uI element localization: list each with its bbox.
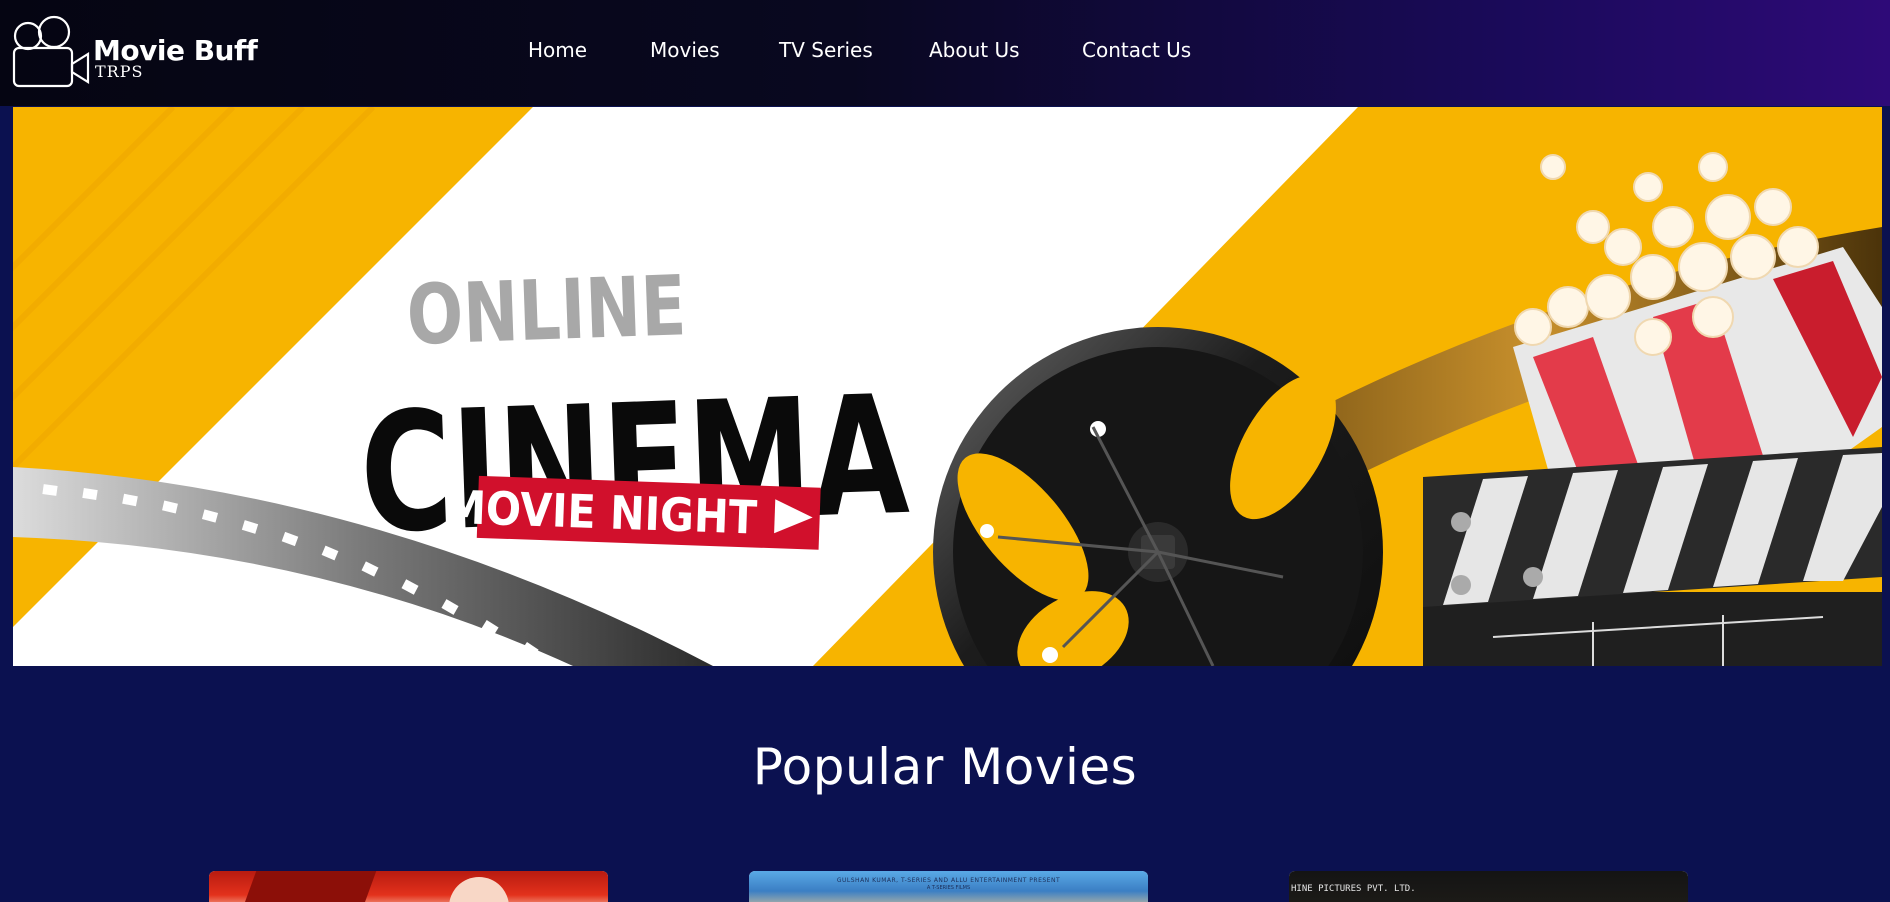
movie-night-badge: MOVIE NIGHT — [444, 475, 821, 550]
movie-card[interactable]: GULSHAN KUMAR, T-SERIES AND ALLU ENTERTA… — [749, 871, 1148, 902]
nav-link-about-us[interactable]: About Us — [929, 38, 1020, 62]
hero-illustration: ONLINE CINEMA MOVIE NIGHT — [13, 107, 1882, 666]
nav-link-movies[interactable]: Movies — [650, 38, 720, 62]
movie-poster[interactable]: GULSHAN KUMAR, T-SERIES AND ALLU ENTERTA… — [749, 871, 1148, 902]
popular-movies-heading: Popular Movies — [752, 738, 1138, 796]
movie-poster[interactable]: HINE PICTURES PVT. LTD. — [1289, 871, 1688, 902]
main-nav: Home Movies TV Series About Us Contact U… — [0, 38, 1890, 68]
svg-text:MOVIE NIGHT: MOVIE NIGHT — [444, 481, 758, 545]
poster-credit-text: HINE PICTURES PVT. LTD. — [1291, 884, 1416, 894]
poster-credit-text: A T-SERIES FILMS — [926, 885, 971, 891]
clapperboard-icon — [1423, 447, 1882, 666]
poster-credit-text: GULSHAN KUMAR, T-SERIES AND ALLU ENTERTA… — [836, 877, 1061, 884]
movie-card-list: GULSHAN KUMAR, T-SERIES AND ALLU ENTERTA… — [0, 871, 1890, 902]
movie-card[interactable]: HINE PICTURES PVT. LTD. — [1289, 871, 1688, 902]
hero-line1: ONLINE — [405, 257, 687, 364]
movie-poster[interactable] — [209, 871, 608, 902]
nav-link-contact-us[interactable]: Contact Us — [1082, 38, 1191, 62]
nav-link-tv-series[interactable]: TV Series — [779, 38, 873, 62]
movie-card[interactable] — [209, 871, 608, 902]
hero-banner: ONLINE CINEMA MOVIE NIGHT — [13, 107, 1882, 666]
nav-link-home[interactable]: Home — [528, 38, 587, 62]
top-navbar: Movie Buff TRPS Home Movies TV Series Ab… — [0, 0, 1890, 106]
